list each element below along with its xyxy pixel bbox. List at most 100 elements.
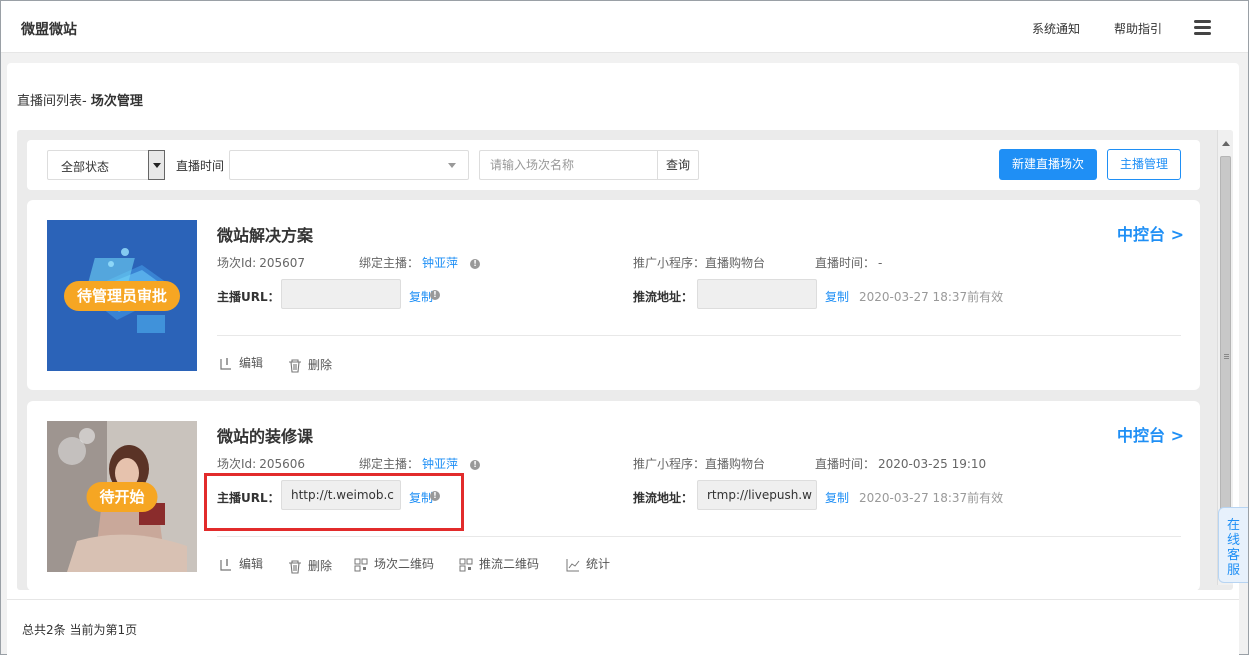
info-icon[interactable]: !: [430, 290, 440, 300]
delete-label: 删除: [308, 358, 333, 372]
search-button[interactable]: 查询: [657, 150, 699, 180]
push-qr-button[interactable]: 推流二维码: [459, 555, 539, 572]
service-char: 服: [1226, 563, 1240, 578]
session-id-label: 场次Id:: [217, 256, 257, 270]
bind-host-label: 绑定主播：: [359, 256, 420, 270]
brand-title: 微盟微站: [21, 22, 77, 38]
live-time-label: 直播时间：: [815, 457, 876, 471]
mini-program-value: 直播购物台: [705, 457, 766, 471]
host-name-link[interactable]: 钟亚萍: [422, 457, 458, 471]
session-list-frame: 全部状态 直播时间 请输入场次名称 查询 新建直播场次 主播管理 待管理员审批 …: [17, 130, 1233, 590]
live-time-value: 2020-03-25 19:10: [878, 457, 987, 471]
session-qr-label: 场次二维码: [374, 557, 435, 571]
info-icon[interactable]: !: [470, 258, 481, 269]
status-select[interactable]: 全部状态: [47, 150, 165, 180]
session-id: 场次Id: 205607: [217, 254, 305, 271]
session-title: 微站的装修课: [217, 427, 314, 446]
top-bar: 微盟微站 系统通知 帮助指引: [1, 1, 1248, 53]
pagination-summary: 总共2条 当前为第1页: [22, 623, 138, 637]
mini-program-value: 直播购物台: [705, 256, 766, 270]
line-chart-icon: [566, 558, 580, 571]
control-panel-link[interactable]: 中控台 >: [1117, 221, 1184, 245]
qr-code-icon: [459, 558, 473, 571]
divider: [217, 536, 1181, 537]
copy-push-url-button[interactable]: 复制: [825, 489, 849, 506]
menu-icon[interactable]: [1194, 20, 1211, 36]
host-url-field[interactable]: [281, 279, 401, 309]
grip-icon: [1224, 354, 1229, 355]
session-card: 待管理员审批 微站解决方案 中控台 > 场次Id: 205607 绑定主播： 钟亚萍…: [27, 200, 1200, 390]
status-badge: 待开始: [86, 482, 158, 512]
edit-icon: [220, 357, 231, 370]
live-time-label: 直播时间：: [815, 256, 876, 270]
live-time: 直播时间： 2020-03-25 19:10: [815, 455, 986, 472]
divider: [217, 335, 1181, 336]
bind-host-label: 绑定主播：: [359, 457, 420, 471]
push-url-field[interactable]: [697, 279, 817, 309]
breadcrumb-current: 场次管理: [90, 94, 143, 109]
service-char: 在: [1226, 518, 1240, 533]
push-url-label: 推流地址：: [633, 491, 694, 505]
scroll-up-arrow-icon[interactable]: [1222, 141, 1230, 146]
session-card: 待开始 微站的装修课 中控台 > 场次Id: 205606 绑定主播： 钟亚萍! 推…: [27, 401, 1200, 590]
host-url-label: 主播URL：: [217, 290, 280, 304]
breadcrumb-parent[interactable]: 直播间列表-: [17, 94, 91, 109]
service-char: 线: [1226, 533, 1240, 548]
pagination-footer: 总共2条 当前为第1页: [7, 599, 1239, 655]
scrollbar-thumb[interactable]: [1220, 156, 1231, 561]
valid-until-text: 2020-03-27 18:37前有效: [859, 491, 1004, 505]
live-time-value: -: [878, 256, 883, 270]
edit-label: 编辑: [239, 356, 264, 370]
qr-code-icon: [354, 558, 368, 571]
bind-host: 绑定主播： 钟亚萍!: [359, 455, 481, 472]
live-time: 直播时间： -: [815, 254, 882, 271]
help-guide-link[interactable]: 帮助指引: [1114, 20, 1162, 37]
filter-bar: 全部状态 直播时间 请输入场次名称 查询 新建直播场次 主播管理: [27, 140, 1200, 190]
delete-button[interactable]: 删除: [288, 557, 332, 574]
delete-button[interactable]: 删除: [288, 356, 332, 373]
session-qr-button[interactable]: 场次二维码: [354, 555, 434, 572]
push-url-label: 推流地址：: [633, 290, 694, 304]
control-panel-link[interactable]: 中控台 >: [1117, 422, 1184, 446]
edit-button[interactable]: 编辑: [219, 354, 263, 371]
session-title: 微站解决方案: [217, 226, 314, 245]
session-cover-image: 待开始: [47, 421, 197, 572]
push-url-field[interactable]: rtmp://livepush.w: [697, 480, 817, 510]
copy-push-url-button[interactable]: 复制: [825, 288, 849, 305]
delete-label: 删除: [308, 559, 333, 573]
system-notice-link[interactable]: 系统通知: [1032, 20, 1080, 37]
live-time-picker[interactable]: [229, 150, 469, 180]
stats-label: 统计: [586, 557, 611, 571]
chevron-down-icon[interactable]: [148, 150, 165, 180]
mini-program: 推广小程序：直播购物台: [633, 455, 765, 472]
valid-until-text: 2020-03-27 18:37前有效: [859, 290, 1004, 304]
service-char: 客: [1226, 548, 1240, 563]
mini-program-label: 推广小程序：: [633, 457, 706, 471]
mini-program-label: 推广小程序：: [633, 256, 706, 270]
session-cover-image: 待管理员审批: [47, 220, 197, 371]
session-id-value: 205607: [259, 256, 306, 270]
mini-program: 推广小程序：直播购物台: [633, 254, 765, 271]
session-id: 场次Id: 205606: [217, 455, 305, 472]
host-name-link[interactable]: 钟亚萍: [422, 256, 458, 270]
session-id-value: 205606: [259, 457, 306, 471]
stats-button[interactable]: 统计: [566, 555, 610, 572]
live-time-label: 直播时间: [176, 159, 225, 173]
info-icon[interactable]: !: [470, 459, 481, 470]
online-service-tab[interactable]: 在 线 客 服: [1218, 507, 1248, 583]
edit-icon: [220, 558, 231, 571]
trash-icon: [289, 559, 301, 574]
caret-down-icon: [448, 163, 456, 168]
edit-button[interactable]: 编辑: [219, 555, 263, 572]
session-id-label: 场次Id:: [217, 457, 257, 471]
push-qr-label: 推流二维码: [479, 557, 540, 571]
status-badge: 待管理员审批: [63, 281, 181, 311]
trash-icon: [289, 358, 301, 373]
highlight-annotation-box: [204, 473, 464, 531]
main-panel: 直播间列表- 场次管理 全部状态 直播时间 请输入场次名称 查询 新建直播场次 …: [7, 63, 1239, 655]
host-manage-button[interactable]: 主播管理: [1107, 149, 1181, 180]
session-name-input[interactable]: 请输入场次名称: [479, 150, 659, 180]
new-live-session-button[interactable]: 新建直播场次: [999, 149, 1097, 180]
edit-label: 编辑: [239, 557, 264, 571]
status-select-value: 全部状态: [61, 160, 110, 174]
